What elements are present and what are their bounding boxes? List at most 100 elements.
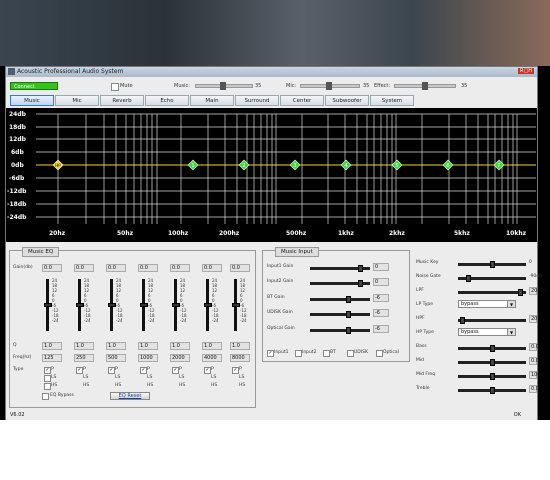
tab-surround[interactable]: Surround	[235, 95, 279, 106]
treble-value[interactable]: 0.0	[529, 385, 539, 393]
slider-thumb[interactable]	[466, 275, 471, 282]
optical-gain-slider[interactable]	[310, 327, 370, 334]
source-optical-checkbox[interactable]	[376, 350, 383, 357]
source-input2-checkbox[interactable]	[295, 350, 302, 357]
slider-thumb[interactable]	[326, 82, 332, 90]
eq-response-graph[interactable]: 24db 18db 12db 6db 0db -6db -12db -18db …	[6, 108, 537, 242]
slider-thumb[interactable]	[140, 303, 148, 307]
slider-thumb[interactable]	[346, 296, 351, 303]
band-freq-input[interactable]: 1000	[138, 354, 158, 362]
type-p-checkbox[interactable]: ✓	[172, 367, 179, 374]
slider-thumb[interactable]	[422, 82, 428, 90]
input2-gain-slider[interactable]	[310, 280, 370, 287]
lpf-slider[interactable]	[458, 289, 526, 296]
slider-thumb[interactable]	[358, 280, 363, 287]
band-freq-input[interactable]: 2000	[170, 354, 190, 362]
slider-thumb[interactable]	[358, 265, 363, 272]
type-p-checkbox[interactable]: ✓	[204, 367, 211, 374]
slider-thumb[interactable]	[346, 311, 351, 318]
eq-reset-button[interactable]: EQ Reset	[110, 392, 150, 400]
band-q-input[interactable]: 1.0	[138, 342, 158, 350]
mid-freq-value[interactable]: 1000	[529, 371, 544, 379]
band-gain-input[interactable]: 0.0	[74, 264, 94, 272]
type-p-checkbox[interactable]: ✓	[44, 367, 51, 374]
mute-checkbox[interactable]	[111, 83, 119, 91]
udisk-gain-slider[interactable]	[310, 311, 370, 318]
mid-value[interactable]: 0.0	[529, 357, 539, 365]
band-freq-input[interactable]: 250	[74, 354, 94, 362]
slider-thumb[interactable]	[490, 261, 495, 268]
slider-thumb[interactable]	[490, 345, 495, 352]
udisk-gain-value[interactable]: -6	[373, 309, 389, 317]
tab-center[interactable]: Center	[280, 95, 324, 106]
music-volume-slider[interactable]	[195, 82, 253, 90]
eq-bypass-checkbox[interactable]	[42, 393, 49, 400]
input1-gain-slider[interactable]	[310, 265, 370, 272]
band-gain-input[interactable]: 0.0	[138, 264, 158, 272]
source-bt-checkbox[interactable]	[323, 350, 330, 357]
slider-thumb[interactable]	[490, 387, 495, 394]
slider-thumb[interactable]	[76, 303, 84, 307]
bass-value[interactable]: 0.0	[529, 343, 539, 351]
band-gain-input[interactable]: 0.0	[230, 264, 250, 272]
source-udisk-checkbox[interactable]	[347, 350, 354, 357]
mid-freq-slider[interactable]	[458, 373, 526, 380]
hp-type-select[interactable]: bypass ▼	[458, 328, 516, 336]
mid-slider[interactable]	[458, 359, 526, 366]
slider-thumb[interactable]	[172, 303, 180, 307]
tab-subwoofer[interactable]: Subwoofer	[325, 95, 369, 106]
type-p-checkbox[interactable]: ✓	[76, 367, 83, 374]
band-q-input[interactable]: 1.0	[74, 342, 94, 350]
input1-gain-value[interactable]: 0	[373, 263, 389, 271]
connect-button[interactable]: Connect	[10, 82, 58, 90]
lp-type-select[interactable]: bypass ▼	[458, 300, 516, 308]
bt-gain-slider[interactable]	[310, 296, 370, 303]
input2-gain-value[interactable]: 0	[373, 278, 389, 286]
window-controls[interactable]: R□H	[518, 68, 534, 74]
tab-reverb[interactable]: Reverb	[100, 95, 144, 106]
slider-thumb[interactable]	[346, 327, 351, 334]
noise-gate-slider[interactable]	[458, 275, 526, 282]
type-p-checkbox[interactable]: ✓	[140, 367, 147, 374]
lpf-value[interactable]: 20000	[529, 287, 547, 295]
slider-thumb[interactable]	[232, 303, 240, 307]
tab-music[interactable]: Music	[10, 95, 54, 106]
hpf-value[interactable]: 20	[529, 315, 537, 323]
effect-volume-slider[interactable]	[394, 82, 456, 90]
music-key-slider[interactable]	[458, 261, 526, 268]
slider-thumb[interactable]	[108, 303, 116, 307]
slider-thumb[interactable]	[490, 373, 495, 380]
slider-thumb[interactable]	[220, 82, 226, 90]
band-freq-input[interactable]: 4000	[202, 354, 222, 362]
tab-main[interactable]: Main	[190, 95, 234, 106]
bass-slider[interactable]	[458, 345, 526, 352]
hpf-slider[interactable]	[458, 317, 526, 324]
slider-thumb[interactable]	[518, 289, 523, 296]
band-gain-input[interactable]: 0.0	[170, 264, 190, 272]
tab-mic[interactable]: Mic	[55, 95, 99, 106]
band-q-input[interactable]: 1.0	[230, 342, 250, 350]
optical-gain-value[interactable]: -6	[373, 325, 389, 333]
source-input1-checkbox[interactable]: ✓	[267, 350, 274, 357]
type-hs-checkbox[interactable]	[44, 383, 51, 390]
mic-volume-slider[interactable]	[300, 82, 360, 90]
slider-thumb[interactable]	[204, 303, 212, 307]
bt-gain-value[interactable]: -6	[373, 294, 389, 302]
band-q-input[interactable]: 1.0	[170, 342, 190, 350]
slider-thumb[interactable]	[460, 317, 465, 324]
band-q-input[interactable]: 1.0	[106, 342, 126, 350]
band-freq-input[interactable]: 125	[42, 354, 62, 362]
band-gain-input[interactable]: 0.0	[106, 264, 126, 272]
slider-thumb[interactable]	[44, 303, 52, 307]
tab-system[interactable]: System	[370, 95, 414, 106]
treble-slider[interactable]	[458, 387, 526, 394]
band-freq-input[interactable]: 8000	[230, 354, 250, 362]
band-gain-input[interactable]: 0.0	[42, 264, 62, 272]
type-ls-checkbox[interactable]	[44, 375, 51, 382]
tab-echo[interactable]: Echo	[145, 95, 189, 106]
slider-thumb[interactable]	[490, 359, 495, 366]
band-freq-input[interactable]: 500	[106, 354, 126, 362]
type-p-checkbox[interactable]: ✓	[232, 367, 239, 374]
band-q-input[interactable]: 1.0	[42, 342, 62, 350]
band-gain-input[interactable]: 0.0	[202, 264, 222, 272]
